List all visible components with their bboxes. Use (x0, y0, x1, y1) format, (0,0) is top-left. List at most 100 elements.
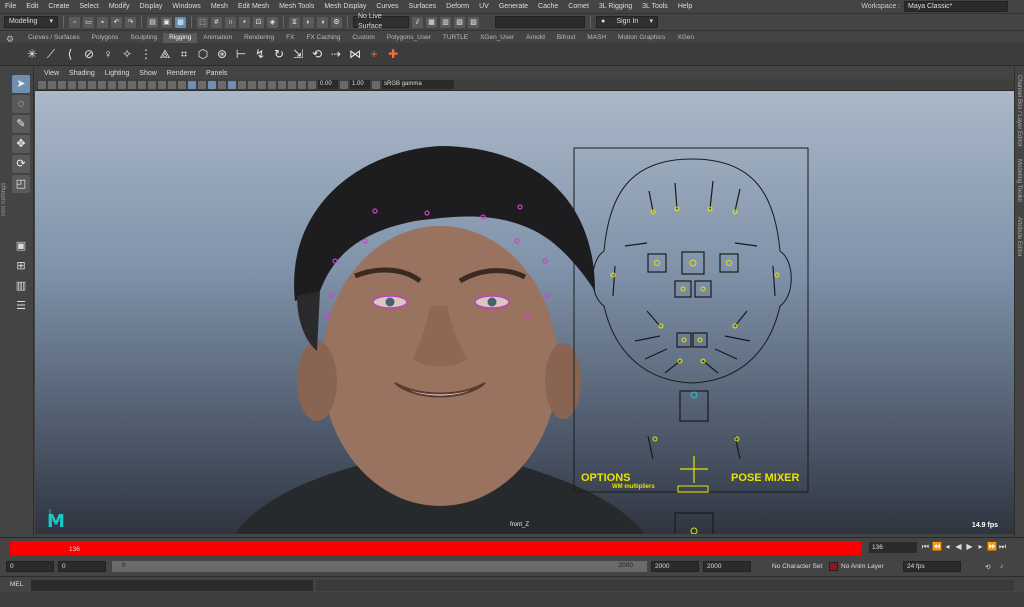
quick-rig-icon[interactable]: ♀ (100, 46, 116, 62)
camera-attributes-icon[interactable] (48, 80, 56, 89)
scale-tool-icon[interactable]: ◰ (12, 175, 30, 193)
film-gate-icon[interactable] (108, 80, 116, 89)
start-time-field[interactable]: 0 (6, 561, 54, 572)
ambient-occlusion-icon[interactable] (228, 80, 236, 89)
wireframe-icon[interactable] (168, 80, 176, 89)
gamma-field[interactable]: 1.00 (350, 80, 370, 89)
playback-end-field[interactable]: 2000 (651, 561, 699, 572)
color-space-dropdown[interactable]: sRGB gamma (382, 80, 454, 89)
lasso-tool-icon[interactable]: ◌ (12, 95, 30, 113)
end-time-field[interactable]: 2000 (703, 561, 751, 572)
command-input[interactable] (31, 580, 313, 591)
script-language-toggle[interactable]: MEL (10, 581, 23, 588)
four-view-icon[interactable]: ⊞ (12, 257, 30, 275)
channel-box-icon[interactable]: ▥ (440, 16, 451, 28)
textured-icon[interactable] (198, 80, 206, 89)
menu-set-dropdown[interactable]: Modeling ▾ (4, 16, 58, 28)
ipr-render-icon[interactable]: ◑ (317, 16, 328, 28)
current-frame-field[interactable]: 136 (869, 542, 917, 553)
tool-settings-icon[interactable]: ▨ (468, 16, 479, 28)
gamma-icon[interactable] (340, 80, 348, 89)
bookmark-icon[interactable] (58, 80, 66, 89)
smooth-shade-icon[interactable] (178, 80, 186, 89)
menu-uv[interactable]: UV (474, 3, 494, 10)
go-to-start-icon[interactable]: ⏮ (921, 541, 930, 553)
anim-layer-label[interactable]: No Anim Layer (841, 563, 884, 570)
exposure-icon[interactable] (308, 80, 316, 89)
field-chart-icon[interactable] (138, 80, 146, 89)
menu-windows[interactable]: Windows (167, 3, 205, 10)
shelf-tab-rigging[interactable]: Rigging (163, 33, 198, 43)
channel-box-tab[interactable]: Channel Box / Layer Editor (1016, 75, 1022, 147)
panel-menu-lighting[interactable]: Lighting (100, 70, 135, 77)
depth-of-field-icon[interactable] (258, 80, 266, 89)
xray-joints-icon[interactable] (288, 80, 296, 89)
menu-edit-mesh[interactable]: Edit Mesh (233, 3, 274, 10)
history-icon[interactable]: ⧖ (289, 16, 300, 28)
safe-action-icon[interactable] (148, 80, 156, 89)
panel-menu-show[interactable]: Show (134, 70, 162, 77)
pose-mixer-label[interactable]: POSE MIXER (731, 472, 799, 484)
ik-spline-icon[interactable]: ⟨ (62, 46, 78, 62)
menu-mesh-tools[interactable]: Mesh Tools (274, 3, 319, 10)
two-view-icon[interactable]: ▥ (12, 277, 30, 295)
grease-pencil-icon[interactable] (88, 80, 96, 89)
display-icon[interactable]: ▦ (426, 16, 437, 28)
constraint-orient-icon[interactable]: ↻ (271, 46, 287, 62)
use-all-lights-icon[interactable] (208, 80, 216, 89)
live-surface-field[interactable]: No Live Surface (353, 13, 409, 30)
shelf-tab-sculpting[interactable]: Sculpting (124, 33, 163, 43)
shelf-tab-polygons[interactable]: Polygons (86, 33, 125, 43)
sculpt-deformer-icon[interactable]: ⋈ (347, 46, 363, 62)
sign-in-button[interactable]: ● Sign In ▾ (596, 16, 658, 28)
menu-generate[interactable]: Generate (494, 3, 533, 10)
menu-3l-rigging[interactable]: 3L Rigging (594, 3, 637, 10)
outliner-layout-icon[interactable]: ☰ (12, 297, 30, 315)
search-input[interactable] (495, 16, 585, 28)
two-d-pan-icon[interactable] (78, 80, 86, 89)
snap-point-icon[interactable]: • (239, 16, 250, 28)
wire-icon[interactable]: ⊛ (214, 46, 230, 62)
menu-mesh-display[interactable]: Mesh Display (319, 3, 371, 10)
locator-icon[interactable]: + (366, 46, 382, 62)
isolate-select-icon[interactable] (268, 80, 276, 89)
modeling-toolkit-tab[interactable]: Modeling Toolkit (1016, 159, 1022, 202)
pick-mask-icon[interactable]: ⬚ (197, 16, 208, 28)
snap-surface-icon[interactable]: ◈ (267, 16, 278, 28)
grid-icon[interactable] (98, 80, 106, 89)
go-to-end-icon[interactable]: ⏭ (998, 541, 1007, 553)
xray-components-icon[interactable] (298, 80, 306, 89)
menu-edit[interactable]: Edit (21, 3, 43, 10)
panel-menu-view[interactable]: View (39, 70, 64, 77)
camera-select-icon[interactable] (38, 80, 46, 89)
shelf-tab-xgen[interactable]: XGen (671, 33, 700, 43)
menu-create[interactable]: Create (43, 3, 74, 10)
fps-dropdown[interactable]: 24 fps (903, 561, 961, 572)
playback-start-field[interactable]: 0 (58, 561, 106, 572)
select-tool-icon[interactable]: ➤ (12, 75, 30, 93)
rig-locator-icon[interactable]: ✚ (385, 46, 401, 62)
image-plane-icon[interactable] (68, 80, 76, 89)
panel-menu-shading[interactable]: Shading (64, 70, 100, 77)
menu-deform[interactable]: Deform (441, 3, 474, 10)
humanik-icon[interactable]: ✧ (119, 46, 135, 62)
motion-blur-icon[interactable] (238, 80, 246, 89)
menu-3l-tools[interactable]: 3L Tools (637, 3, 673, 10)
play-backward-icon[interactable]: ◀ (954, 541, 963, 553)
menu-curves[interactable]: Curves (371, 3, 403, 10)
bind-skin-icon[interactable]: ⋮ (138, 46, 154, 62)
menu-mesh[interactable]: Mesh (206, 3, 233, 10)
loop-icon[interactable]: ⟲ (985, 563, 990, 571)
time-slider-track[interactable] (10, 541, 862, 555)
tool-settings-tab[interactable]: Tool Settings (1, 137, 9, 217)
move-tool-icon[interactable]: ✥ (12, 135, 30, 153)
shelf-tab-motion-graphics[interactable]: Motion Graphics (612, 33, 671, 43)
shelf-tab-curves-surfaces[interactable]: Curves / Surfaces (22, 33, 86, 43)
snap-view-icon[interactable]: ⊡ (253, 16, 264, 28)
shelf-tab-turtle[interactable]: TURTLE (437, 33, 474, 43)
shelf-tab-animation[interactable]: Animation (197, 33, 238, 43)
new-scene-icon[interactable]: ▫ (69, 16, 80, 28)
viewport-3d[interactable]: OPTIONS WM multipliers POSE MIXER M fron… (35, 91, 1014, 534)
shelf-tab-polygons-user[interactable]: Polygons_User (381, 33, 437, 43)
safe-title-icon[interactable] (158, 80, 166, 89)
